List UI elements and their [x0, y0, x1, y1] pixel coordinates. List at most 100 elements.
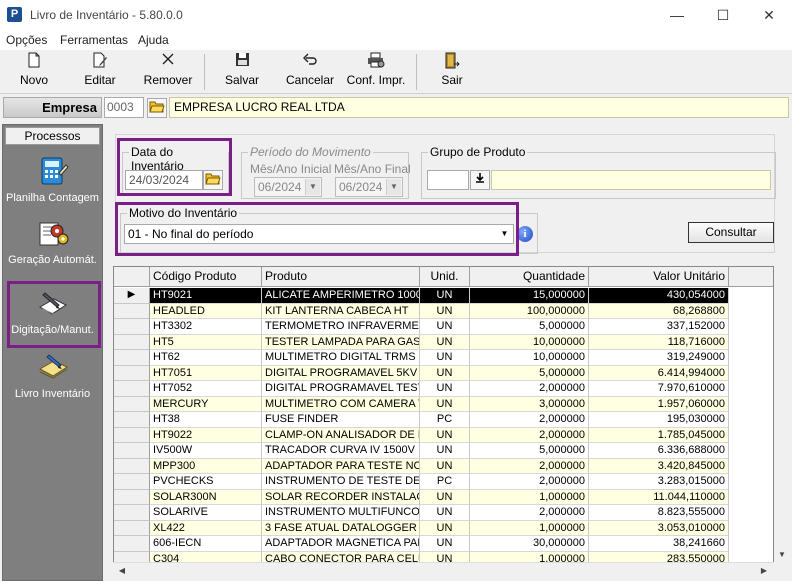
- novo-button[interactable]: Novo: [12, 52, 56, 92]
- row-indicator[interactable]: [114, 319, 150, 335]
- cell-valor-unitario[interactable]: 6.414,994000: [589, 365, 729, 381]
- grupo-lookup-button[interactable]: [470, 170, 490, 190]
- cell-quantidade[interactable]: 2,000000: [470, 412, 589, 428]
- cell-codigo[interactable]: 606-IECN: [150, 536, 262, 552]
- cell-unid[interactable]: UN: [420, 288, 470, 304]
- cell-codigo[interactable]: HT62: [150, 350, 262, 366]
- cell-unid[interactable]: UN: [420, 396, 470, 412]
- cell-valor-unitario[interactable]: 6.336,688000: [589, 443, 729, 459]
- salvar-button[interactable]: Salvar: [220, 52, 264, 92]
- close-button[interactable]: ✕: [746, 0, 792, 30]
- vertical-scrollbar[interactable]: ▼: [774, 266, 790, 578]
- cell-valor-unitario[interactable]: 1.957,060000: [589, 396, 729, 412]
- row-indicator[interactable]: [114, 536, 150, 552]
- cell-quantidade[interactable]: 10,000000: [470, 350, 589, 366]
- consultar-button[interactable]: Consultar: [688, 222, 774, 243]
- menu-ferramentas[interactable]: Ferramentas: [60, 33, 128, 47]
- cell-valor-unitario[interactable]: 68,268800: [589, 303, 729, 319]
- horizontal-scrollbar[interactable]: ◀ ▶: [113, 562, 774, 578]
- row-indicator[interactable]: [114, 474, 150, 490]
- column-header-codigo[interactable]: Código Produto: [150, 267, 262, 287]
- cell-quantidade[interactable]: 1,000000: [470, 520, 589, 536]
- date-picker-button[interactable]: [203, 170, 223, 190]
- cell-valor-unitario[interactable]: 195,030000: [589, 412, 729, 428]
- sidebar-item-planilha-contagem[interactable]: Planilha Contagem: [3, 155, 102, 217]
- scroll-down-arrow-icon[interactable]: ▼: [775, 548, 789, 562]
- cell-valor-unitario[interactable]: 3.053,010000: [589, 520, 729, 536]
- empresa-code-field[interactable]: 0003: [104, 97, 144, 118]
- table-row[interactable]: XL422 3 FASE ATUAL DATALOGGER UN 1,000000 3.…: [114, 520, 773, 536]
- row-indicator[interactable]: [114, 350, 150, 366]
- cell-quantidade[interactable]: 3,000000: [470, 396, 589, 412]
- motivo-inventario-select[interactable]: 01 - No final do período ▼: [124, 224, 514, 244]
- scroll-left-arrow-icon[interactable]: ◀: [115, 564, 129, 578]
- cell-unid[interactable]: UN: [420, 458, 470, 474]
- cell-produto[interactable]: TERMOMETRO INFRAVERMELHO: [262, 319, 420, 335]
- sidebar-item-digitacao-manut[interactable]: Digitação/Manut.: [3, 287, 102, 349]
- cell-valor-unitario[interactable]: 3.283,015000: [589, 474, 729, 490]
- cell-unid[interactable]: UN: [420, 489, 470, 505]
- cell-produto[interactable]: FUSE FINDER: [262, 412, 420, 428]
- cell-unid[interactable]: UN: [420, 427, 470, 443]
- data-inventario-field[interactable]: 24/03/2024: [125, 170, 203, 190]
- cell-quantidade[interactable]: 5,000000: [470, 319, 589, 335]
- cell-produto[interactable]: ALICATE AMPERIMETRO 1000A: [262, 288, 420, 304]
- cell-unid[interactable]: UN: [420, 381, 470, 397]
- cell-quantidade[interactable]: 2,000000: [470, 381, 589, 397]
- cell-unid[interactable]: UN: [420, 350, 470, 366]
- sidebar-item-livro-inventario[interactable]: Livro Inventário: [3, 351, 102, 413]
- column-header-produto[interactable]: Produto: [262, 267, 420, 287]
- table-row[interactable]: SOLAR300NSOLAR RECORDER INSTALACAOUN1,00…: [114, 489, 773, 505]
- table-row[interactable]: ▶ HT9021 ALICATE AMPERIMETRO 1000A UN 15,000…: [114, 288, 773, 304]
- cell-codigo[interactable]: HT5: [150, 334, 262, 350]
- row-indicator[interactable]: [114, 489, 150, 505]
- cell-unid[interactable]: UN: [420, 505, 470, 521]
- cell-produto[interactable]: TRACADOR CURVA IV 1500V: [262, 443, 420, 459]
- cell-valor-unitario[interactable]: 118,716000: [589, 334, 729, 350]
- cell-quantidade[interactable]: 2,000000: [470, 474, 589, 490]
- cell-codigo[interactable]: HT38: [150, 412, 262, 428]
- cell-codigo[interactable]: HT7051: [150, 365, 262, 381]
- sair-button[interactable]: Sair: [432, 52, 472, 92]
- table-row[interactable]: IV500W TRACADOR CURVA IV 1500V UN 5,000000 6…: [114, 443, 773, 459]
- scroll-right-arrow-icon[interactable]: ▶: [757, 564, 771, 578]
- cell-codigo[interactable]: XL422: [150, 520, 262, 536]
- grupo-codigo-field[interactable]: [427, 170, 469, 190]
- cell-produto[interactable]: ADAPTADOR PARA TESTE NO PV: [262, 458, 420, 474]
- menu-ajuda[interactable]: Ajuda: [138, 33, 169, 47]
- cell-valor-unitario[interactable]: 3.420,845000: [589, 458, 729, 474]
- cell-codigo[interactable]: MERCURY: [150, 396, 262, 412]
- table-row[interactable]: HT62 MULTIMETRO DIGITAL TRMS CA UN 10,00000…: [114, 350, 773, 366]
- table-row[interactable]: HT5TESTER LAMPADA PARA GAS CHUN10,000000…: [114, 334, 773, 350]
- cell-produto[interactable]: TESTER LAMPADA PARA GAS CH: [262, 334, 420, 350]
- cell-produto[interactable]: 3 FASE ATUAL DATALOGGER: [262, 520, 420, 536]
- row-indicator[interactable]: [114, 303, 150, 319]
- cell-quantidade[interactable]: 5,000000: [470, 365, 589, 381]
- cell-valor-unitario[interactable]: 7.970,610000: [589, 381, 729, 397]
- cell-unid[interactable]: UN: [420, 334, 470, 350]
- cell-unid[interactable]: UN: [420, 319, 470, 335]
- cell-unid[interactable]: PC: [420, 412, 470, 428]
- cell-valor-unitario[interactable]: 8.823,555000: [589, 505, 729, 521]
- table-row[interactable]: MERCURYMULTIMETRO COM CAMERA TERUN3,0000…: [114, 396, 773, 412]
- cell-quantidade[interactable]: 2,000000: [470, 458, 589, 474]
- cell-codigo[interactable]: SOLAR300N: [150, 489, 262, 505]
- cell-quantidade[interactable]: 5,000000: [470, 443, 589, 459]
- menu-opcoes[interactable]: Opções: [6, 33, 47, 47]
- cell-unid[interactable]: UN: [420, 520, 470, 536]
- cell-quantidade[interactable]: 30,000000: [470, 536, 589, 552]
- row-indicator[interactable]: [114, 381, 150, 397]
- cell-valor-unitario[interactable]: 430,054000: [589, 288, 729, 304]
- cell-produto[interactable]: KIT LANTERNA CABECA HT: [262, 303, 420, 319]
- cell-codigo[interactable]: HEADLED: [150, 303, 262, 319]
- column-header-valor-unitario[interactable]: Valor Unitário: [589, 267, 729, 287]
- cell-quantidade[interactable]: 10,000000: [470, 334, 589, 350]
- current-row-arrow-icon[interactable]: ▶: [114, 288, 150, 304]
- cell-quantidade[interactable]: 2,000000: [470, 505, 589, 521]
- table-row[interactable]: HT38 FUSE FINDER PC 2,000000 195,030000: [114, 412, 773, 428]
- row-indicator[interactable]: [114, 520, 150, 536]
- cell-valor-unitario[interactable]: 319,249000: [589, 350, 729, 366]
- row-indicator[interactable]: [114, 365, 150, 381]
- row-indicator[interactable]: [114, 427, 150, 443]
- cell-produto[interactable]: DIGITAL PROGRAMAVEL 5KV TE: [262, 365, 420, 381]
